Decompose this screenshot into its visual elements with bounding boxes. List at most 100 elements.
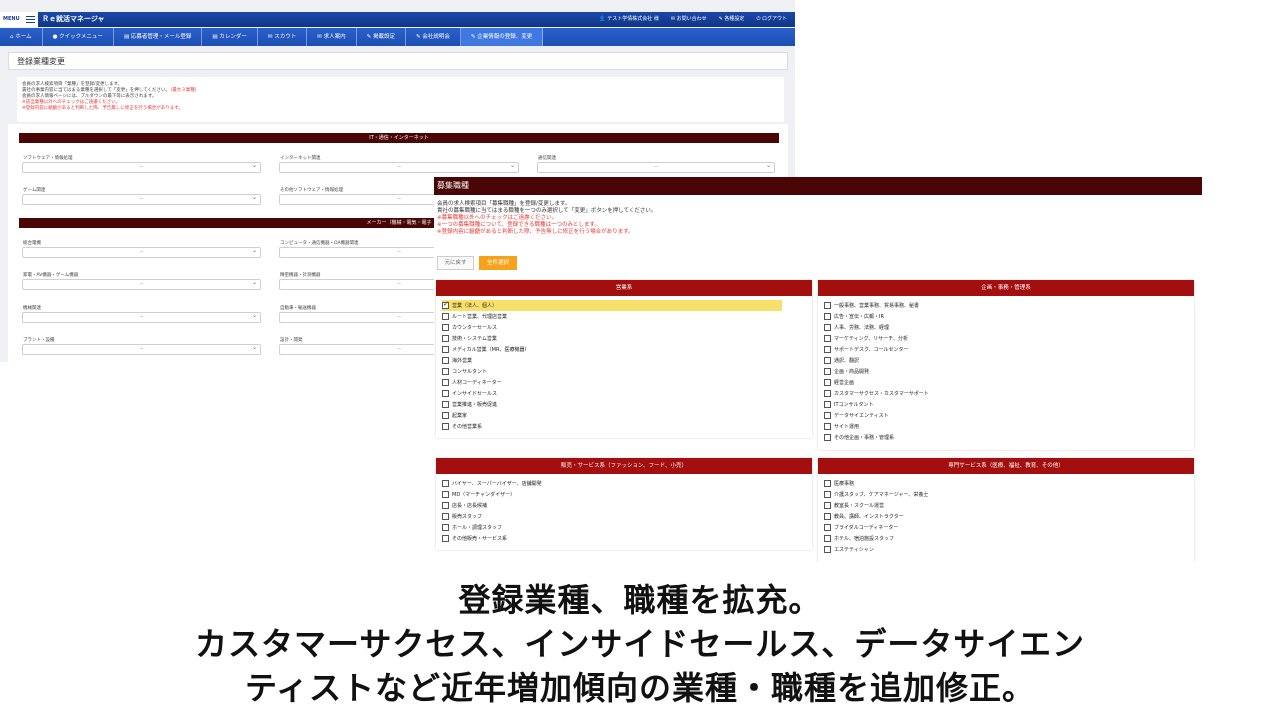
checkbox[interactable] <box>442 535 449 542</box>
checkbox[interactable] <box>824 524 831 531</box>
nav-calendar[interactable]: ▤ カレンダー <box>202 28 258 46</box>
job-checkbox-row[interactable]: メディカル営業（MR、医療機器） <box>442 344 812 355</box>
checkbox[interactable] <box>824 480 831 487</box>
nav-quick-menu[interactable]: ● クイックメニュー <box>43 28 114 46</box>
checkbox[interactable] <box>442 401 449 408</box>
job-checkbox-row[interactable]: MD（マーチャンダイザー） <box>442 489 812 500</box>
checkbox[interactable] <box>824 513 831 520</box>
job-checkbox-row[interactable]: 介護スタッフ、ケアマネージャー、栄養士 <box>824 489 1194 500</box>
industry-select[interactable]: -- <box>22 194 261 205</box>
industry-select[interactable]: -- <box>22 279 261 290</box>
checkbox[interactable] <box>824 302 831 309</box>
job-checkbox-row[interactable]: バイヤー、スーパーバイザー、店舗開発 <box>442 478 812 489</box>
job-checkbox-row[interactable]: 企画・商品開発 <box>824 366 1194 377</box>
contact-link[interactable]: ✉ お問い合わせ <box>671 12 707 27</box>
job-checkbox-row[interactable]: 店長・店長候補 <box>442 500 812 511</box>
job-checkbox-row[interactable]: 海外営業 <box>442 355 812 366</box>
job-checkbox-row[interactable]: ルート営業、代理店営業 <box>442 311 812 322</box>
checkbox[interactable] <box>824 535 831 542</box>
checkbox[interactable] <box>442 423 449 430</box>
nav-job-guide[interactable]: ✉ 求人案内 <box>307 28 357 46</box>
checkbox[interactable] <box>442 346 449 353</box>
checkbox[interactable] <box>824 324 831 331</box>
industry-select[interactable]: -- <box>537 162 775 173</box>
job-checkbox-row[interactable]: その他販売・サービス系 <box>442 533 812 544</box>
industry-select[interactable]: -- <box>22 247 261 258</box>
job-checkbox-row[interactable]: 営業（法人、個人） <box>442 300 782 311</box>
job-checkbox-row[interactable]: サイト運用 <box>824 421 1194 432</box>
checkbox[interactable] <box>824 357 831 364</box>
checkbox[interactable] <box>824 368 831 375</box>
checkbox[interactable] <box>442 368 449 375</box>
job-checkbox-row[interactable]: マーケティング、リサーチ、分析 <box>824 333 1194 344</box>
job-checkbox-row[interactable]: サポートデスク、コールセンター <box>824 344 1194 355</box>
checkbox[interactable] <box>824 335 831 342</box>
job-checkbox-row[interactable]: コンサルタント <box>442 366 812 377</box>
job-checkbox-row[interactable]: 販売スタッフ <box>442 511 812 522</box>
job-checkbox-row[interactable]: 人事、労務、法務、経理 <box>824 322 1194 333</box>
checkbox[interactable] <box>824 434 831 441</box>
checkbox[interactable] <box>824 502 831 509</box>
checkbox[interactable] <box>442 491 449 498</box>
nav-company-info[interactable]: ✎ 企業情報の登録、変更 <box>460 28 544 46</box>
checkbox[interactable] <box>442 513 449 520</box>
job-checkbox-row[interactable]: 通訳、翻訳 <box>824 355 1194 366</box>
menu-button[interactable]: MENU <box>0 12 38 27</box>
job-checkbox-row[interactable]: 起業家 <box>442 410 812 421</box>
job-checkbox-row[interactable]: 教員、講師、インストラクター <box>824 511 1194 522</box>
checkbox[interactable] <box>824 546 831 553</box>
checkbox[interactable] <box>442 480 449 487</box>
job-checkbox-row[interactable]: カスタマーサクセス・カスタマーサポート <box>824 388 1194 399</box>
industry-select[interactable]: -- <box>279 162 519 173</box>
settings-link[interactable]: ✎ 各種設定 <box>719 12 745 27</box>
checkbox[interactable] <box>824 412 831 419</box>
nav-seminar[interactable]: ✎ 会社説明会 <box>406 28 461 46</box>
job-checkbox-row[interactable]: 経営企画 <box>824 377 1194 388</box>
nav-applicants[interactable]: ▤ 応募者管理・メール登録 <box>114 28 203 46</box>
job-checkbox-row[interactable]: カウンターセールス <box>442 322 812 333</box>
job-checkbox-row[interactable]: エステティシャン <box>824 544 1194 555</box>
job-checkbox-row[interactable]: 人材コーディネーター <box>442 377 812 388</box>
checkbox[interactable] <box>442 524 449 531</box>
checkbox[interactable] <box>824 401 831 408</box>
checkbox[interactable] <box>442 300 449 309</box>
job-checkbox-row[interactable]: インサイドセールス <box>442 388 812 399</box>
checkbox[interactable] <box>824 423 831 430</box>
industry-select[interactable]: -- <box>22 312 261 323</box>
job-checkbox-row[interactable]: ホテル、宿泊施設スタッフ <box>824 533 1194 544</box>
job-checkbox-row[interactable]: その他営業系 <box>442 421 812 432</box>
checkbox[interactable] <box>442 379 449 386</box>
industry-select[interactable]: -- <box>22 344 261 355</box>
job-checkbox-row[interactable]: データサイエンティスト <box>824 410 1194 421</box>
industry-select[interactable]: -- <box>22 162 261 173</box>
nav-posting-settings[interactable]: ✎ 掲載設定 <box>357 28 406 46</box>
job-checkbox-row[interactable]: 広告・宣伝・広報・IR <box>824 311 1194 322</box>
checkbox[interactable] <box>824 491 831 498</box>
reset-button[interactable]: 元に戻す <box>437 256 474 270</box>
checkbox[interactable] <box>824 313 831 320</box>
job-checkbox-row[interactable]: 一般事務、営業事務、貿易事務、秘書 <box>824 300 1194 311</box>
user-company-link[interactable]: 👤 テスト学情株式会社 様 <box>599 12 658 27</box>
nav-home[interactable]: ⌂ ホーム <box>0 28 43 46</box>
job-checkbox-row[interactable]: ブライダルコーディネーター <box>824 522 1194 533</box>
logout-link[interactable]: ⏻ ログアウト <box>756 12 787 27</box>
checkbox[interactable] <box>442 390 449 397</box>
checkbox[interactable] <box>442 502 449 509</box>
checkbox[interactable] <box>442 313 449 320</box>
job-checkbox-row[interactable]: その他企画・事務・管理系 <box>824 432 1194 443</box>
job-checkbox-row[interactable]: ホール・調理スタッフ <box>442 522 812 533</box>
job-checkbox-row[interactable]: 技術・システム営業 <box>442 333 812 344</box>
checkbox[interactable] <box>442 412 449 419</box>
select-all-button[interactable]: 全件選択 <box>479 256 517 270</box>
nav-scout[interactable]: ✉ スカウト <box>258 28 308 46</box>
checkbox[interactable] <box>824 346 831 353</box>
checkbox[interactable] <box>824 390 831 397</box>
checkbox[interactable] <box>824 379 831 386</box>
job-checkbox-row[interactable]: 営業推進・販売促進 <box>442 399 812 410</box>
job-checkbox-row[interactable]: 教室長・スクール運営 <box>824 500 1194 511</box>
checkbox[interactable] <box>442 357 449 364</box>
checkbox[interactable] <box>442 324 449 331</box>
job-checkbox-row[interactable]: ITコンサルタント <box>824 399 1194 410</box>
checkbox[interactable] <box>442 335 449 342</box>
job-checkbox-row[interactable]: 医療事務 <box>824 478 1194 489</box>
